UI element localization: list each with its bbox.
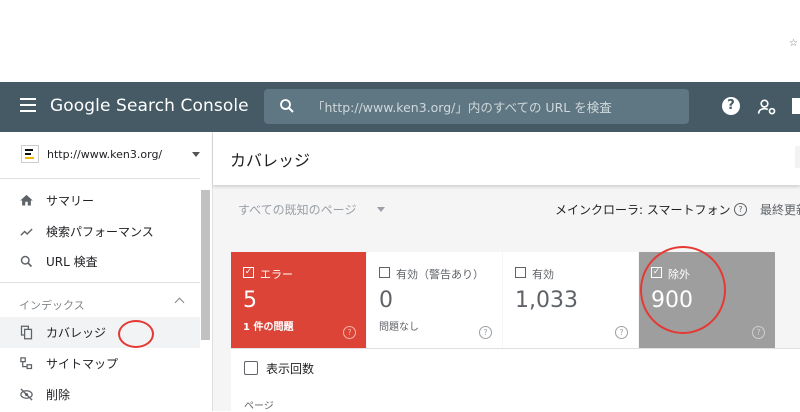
sidebar-item-label: サマリー <box>46 194 95 208</box>
card-label: エラー <box>260 268 293 281</box>
sidebar-item-sitemaps[interactable]: サイトマップ <box>0 348 200 379</box>
help-icon[interactable]: ? <box>734 203 747 216</box>
impressions-checkbox[interactable] <box>244 361 258 375</box>
bookmark-star-icon[interactable]: ☆ <box>789 38 798 49</box>
search-input[interactable]: 「http://www.ken3.org/」内のすべての URL を検査 <box>312 97 612 116</box>
primary-crawler-label: メインクローラ: スマートフォン <box>555 203 731 217</box>
app-logo[interactable]: Google Search Console <box>50 96 249 116</box>
property-favicon-icon <box>21 145 39 163</box>
help-icon[interactable]: ? <box>343 326 356 339</box>
card-value: 1,033 <box>515 288 578 313</box>
sidebar-item-label: カバレッジ <box>46 326 107 340</box>
home-icon <box>20 194 33 206</box>
sidebar-item-label: 検索パフォーマンス <box>46 225 154 239</box>
pages-axis-label: ページ <box>244 401 274 412</box>
checkbox-checked-icon[interactable]: ✓ <box>243 267 254 278</box>
annotation-circle <box>118 320 154 348</box>
help-icon[interactable]: ? <box>722 97 740 115</box>
page-title: カバレッジ <box>230 151 311 170</box>
search-icon <box>20 255 33 268</box>
menu-icon[interactable] <box>20 98 36 112</box>
impressions-label[interactable]: 表示回数 <box>266 360 314 377</box>
visibility-off-icon <box>20 388 33 401</box>
property-selector[interactable]: http://www.ken3.org/ <box>47 148 162 161</box>
checkbox-unchecked-icon[interactable] <box>379 267 390 278</box>
sidebar-divider <box>0 178 200 179</box>
card-subtext: 1 件の問題 <box>243 322 294 333</box>
help-icon[interactable]: ? <box>752 326 765 339</box>
sidebar-item-removals[interactable]: 削除 <box>0 379 200 410</box>
sidebar-item-label: サイトマップ <box>46 357 119 371</box>
sidebar-item-performance[interactable]: 検索パフォーマンス <box>0 216 200 247</box>
card-label: 有効（警告あり） <box>396 268 484 281</box>
last-updated-label: 最終更新 <box>760 203 800 217</box>
user-settings-icon[interactable] <box>757 97 777 117</box>
file-copy-icon <box>20 325 33 340</box>
sidebar-item-label: URL 検査 <box>46 255 98 269</box>
status-card-valid-with-warnings[interactable]: 有効（警告あり） 0 問題なし ? <box>367 252 502 348</box>
sidebar-item-url-inspection[interactable]: URL 検査 <box>0 246 200 277</box>
card-subtext: 問題なし <box>379 322 419 333</box>
search-icon <box>280 99 294 113</box>
status-card-valid[interactable]: 有効 1,033 ? <box>503 252 638 348</box>
checkbox-unchecked-icon[interactable] <box>515 267 526 278</box>
title-action-edge[interactable] <box>795 146 800 168</box>
sitemap-icon <box>20 357 33 370</box>
annotation-circle <box>640 246 726 334</box>
details-panel <box>231 348 800 412</box>
sidebar-divider <box>0 282 200 283</box>
status-card-error[interactable]: ✓ エラー 5 1 件の問題 ? <box>231 252 366 348</box>
help-icon[interactable]: ? <box>615 326 628 339</box>
sidebar-item-summary[interactable]: サマリー <box>0 185 200 216</box>
chevron-down-icon[interactable] <box>192 152 200 157</box>
page-filter-dropdown[interactable]: すべての既知のページ <box>238 201 356 218</box>
sidebar-item-label: 削除 <box>46 388 71 402</box>
card-label: 有効 <box>532 268 554 281</box>
sidebar-item-coverage[interactable]: カバレッジ <box>0 317 200 348</box>
apps-icon[interactable] <box>792 98 800 114</box>
section-header-index[interactable]: インデックス <box>19 297 85 313</box>
chevron-down-icon[interactable] <box>377 207 385 212</box>
card-value: 5 <box>243 288 257 313</box>
help-icon[interactable]: ? <box>479 326 492 339</box>
trending-up-icon <box>20 228 33 236</box>
browser-top-strip <box>0 0 800 82</box>
sidebar-scrollbar[interactable] <box>201 190 210 340</box>
card-value: 0 <box>379 288 393 313</box>
